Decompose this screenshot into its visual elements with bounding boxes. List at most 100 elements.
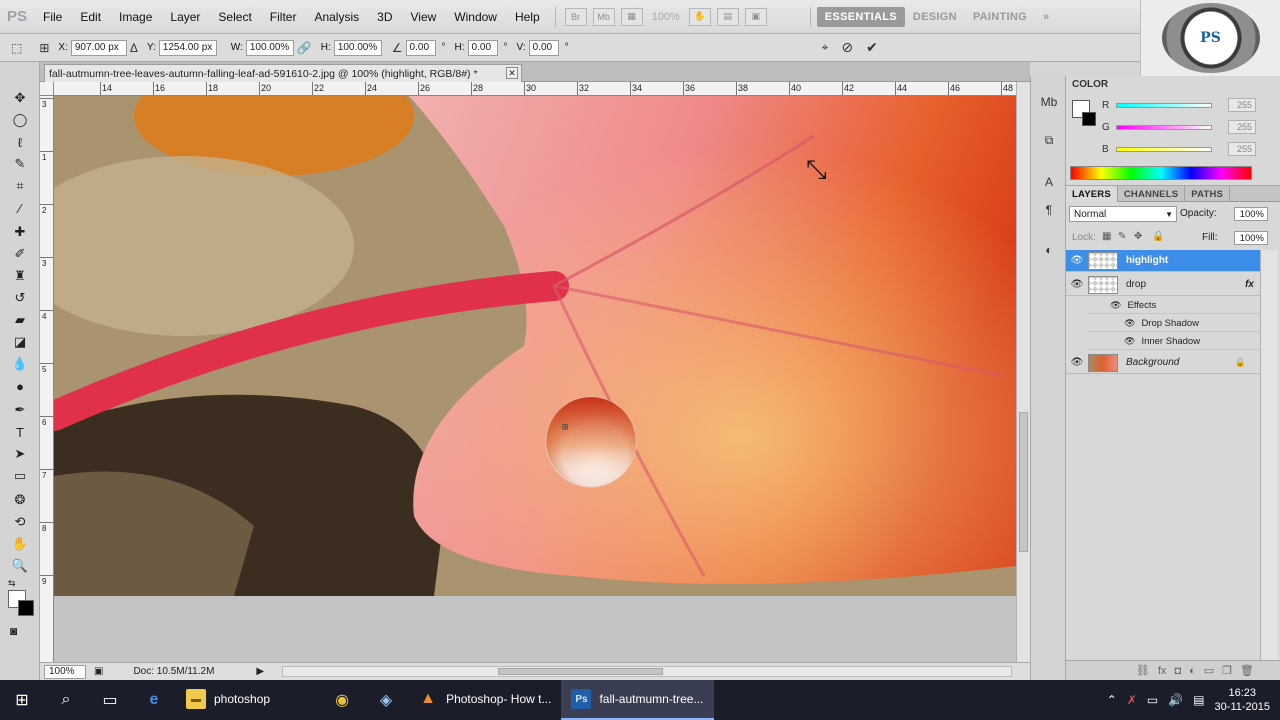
mini-bridge-icon[interactable]: Mb xyxy=(592,7,615,26)
vskew-field[interactable]: 0.00 xyxy=(528,39,559,56)
layer-row-highlight[interactable]: 👁 highlight xyxy=(1066,250,1260,272)
add-mask-icon[interactable]: ◘ xyxy=(1174,665,1181,677)
status-menu-icon[interactable]: ▣ xyxy=(94,666,103,677)
green-slider[interactable]: G 255 xyxy=(1102,120,1278,134)
swap-colors-icon[interactable]: ⇆ xyxy=(8,578,16,589)
move-tool-icon[interactable]: ✥ xyxy=(8,88,32,108)
mini-bridge-panel-icon[interactable]: Mb xyxy=(1039,92,1059,112)
background-swatch[interactable] xyxy=(1082,112,1096,126)
horizontal-ruler[interactable]: 14 16 18 20 22 24 26 28 30 32 34 36 38 40 42 44 46 48 xyxy=(54,82,1016,96)
3d-orbit-tool-icon[interactable]: ⟲ xyxy=(8,512,32,532)
vertical-ruler[interactable]: 3 1 2 3 4 5 6 7 8 9 xyxy=(40,96,54,662)
volume-icon[interactable]: 🔊 xyxy=(1168,693,1183,707)
warp-icon[interactable]: ⌖ xyxy=(822,40,829,55)
blue-slider[interactable]: B 255 xyxy=(1102,142,1278,156)
workspace-essentials[interactable]: ESSENTIALS xyxy=(816,6,905,27)
bridge-icon[interactable]: Br xyxy=(564,7,587,26)
network-warning-icon[interactable]: ✗ xyxy=(1127,693,1137,707)
brush-presets-panel-icon[interactable]: ◐ xyxy=(1039,240,1059,260)
lock-transparency-icon[interactable]: ▦ xyxy=(1102,231,1111,242)
blue-value-field[interactable]: 255 xyxy=(1228,142,1256,156)
quick-select-tool-icon[interactable]: ✎ xyxy=(8,154,32,174)
3d-rotate-tool-icon[interactable]: ❂ xyxy=(8,490,32,510)
menu-select[interactable]: Select xyxy=(209,10,260,24)
visibility-eye-icon[interactable]: 👁 xyxy=(1124,318,1135,329)
layer-row-background[interactable]: 👁 Background 🔒 xyxy=(1066,352,1260,374)
menu-filter[interactable]: Filter xyxy=(261,10,306,24)
view-extras-icon[interactable]: ▦ xyxy=(620,7,643,26)
horizontal-scroll-thumb[interactable] xyxy=(498,668,663,675)
gradient-tool-icon[interactable]: ◪ xyxy=(8,332,32,352)
hand-icon[interactable]: ✋ xyxy=(688,7,711,26)
layer-effects-icon[interactable]: fx xyxy=(1245,279,1254,290)
blue-slider-bar[interactable] xyxy=(1116,146,1212,152)
reference-point-icon[interactable]: ⊞ xyxy=(39,41,49,55)
effect-drop-shadow[interactable]: 👁 Drop Shadow xyxy=(1088,315,1260,332)
adjustment-layer-icon[interactable]: ◐ xyxy=(1189,665,1196,677)
color-spectrum[interactable] xyxy=(1070,166,1252,180)
visibility-eye-icon[interactable]: 👁 xyxy=(1066,279,1088,290)
workspace-design[interactable]: DESIGN xyxy=(905,7,965,27)
delete-layer-icon[interactable]: 🗑 xyxy=(1240,664,1254,677)
visibility-eye-icon[interactable]: 👁 xyxy=(1110,300,1121,311)
pen-tool-icon[interactable]: ✒ xyxy=(8,400,32,420)
blur-tool-icon[interactable]: 💧 xyxy=(8,354,32,374)
lock-position-icon[interactable]: ✥ xyxy=(1134,231,1142,242)
y-position-field[interactable]: 1254.00 px xyxy=(158,39,217,56)
battery-icon[interactable]: ▭ xyxy=(1147,693,1158,707)
lasso-tool-icon[interactable]: ℓ xyxy=(8,132,32,152)
arrange-documents-icon[interactable]: ▤ xyxy=(716,7,739,26)
crop-tool-icon[interactable]: ⌗ xyxy=(8,176,32,196)
menu-edit[interactable]: Edit xyxy=(71,10,110,24)
task-view-icon[interactable]: ▭ xyxy=(88,680,132,720)
red-slider-bar[interactable] xyxy=(1116,102,1212,108)
document-image[interactable]: ⊞ ⤡ xyxy=(54,96,1016,596)
chevron-up-icon[interactable]: ⌃ xyxy=(1107,693,1117,707)
layers-scrollbar[interactable] xyxy=(1260,250,1278,660)
tab-paths[interactable]: PATHS xyxy=(1185,186,1231,202)
ruler-origin[interactable] xyxy=(40,82,54,96)
tab-layers[interactable]: LAYERS xyxy=(1066,186,1118,202)
shape-tool-icon[interactable]: ▭ xyxy=(8,466,32,486)
quick-mask-icon[interactable]: ◙ xyxy=(10,624,17,638)
clock[interactable]: 16:23 30-11-2015 xyxy=(1215,686,1270,714)
green-slider-bar[interactable] xyxy=(1116,124,1212,130)
layer-row-drop[interactable]: 👁 drop fx xyxy=(1066,274,1260,296)
path-select-tool-icon[interactable]: ➤ xyxy=(8,444,32,464)
rotate-field[interactable]: 0.00 xyxy=(405,39,436,56)
vertical-scroll-thumb[interactable] xyxy=(1019,412,1028,552)
edge-browser-icon[interactable]: e xyxy=(132,680,176,720)
history-panel-icon[interactable]: ⧉ xyxy=(1039,130,1059,150)
workspace-painting[interactable]: PAINTING xyxy=(965,7,1035,27)
menu-window[interactable]: Window xyxy=(445,10,506,24)
marquee-tool-icon[interactable]: ◯ xyxy=(8,110,32,130)
stamp-tool-icon[interactable]: ♜ xyxy=(8,266,32,286)
fill-field[interactable]: 100% xyxy=(1234,231,1268,245)
x-position-field[interactable]: 907.00 px xyxy=(70,39,127,56)
commit-transform-icon[interactable]: ✔ xyxy=(866,39,878,56)
link-icon[interactable]: 🔗 xyxy=(297,41,312,55)
eraser-tool-icon[interactable]: ▰ xyxy=(8,310,32,330)
green-value-field[interactable]: 255 xyxy=(1228,120,1256,134)
background-color-swatch[interactable] xyxy=(18,600,34,616)
chrome-icon[interactable]: ◉ xyxy=(320,680,364,720)
brush-tool-icon[interactable]: ✐ xyxy=(8,244,32,264)
close-icon[interactable]: ✕ xyxy=(506,67,518,79)
notifications-icon[interactable]: ▤ xyxy=(1193,693,1204,707)
height-field[interactable]: 100.00% xyxy=(333,39,382,56)
taskbar-app-photoshop[interactable]: Ps fall-autmumn-tree... xyxy=(561,680,714,720)
zoom-tool-icon[interactable]: 🔍 xyxy=(8,556,32,576)
menu-file[interactable]: File xyxy=(34,10,71,24)
more-workspaces-icon[interactable]: » xyxy=(1035,7,1057,27)
document-tab[interactable]: fall-autmumn-tree-leaves-autumn-falling-… xyxy=(44,64,522,82)
menu-view[interactable]: View xyxy=(401,10,445,24)
new-group-icon[interactable]: ▭ xyxy=(1204,664,1214,677)
visibility-eye-icon[interactable]: 👁 xyxy=(1124,336,1135,347)
history-brush-tool-icon[interactable]: ↺ xyxy=(8,288,32,308)
start-windows-icon[interactable]: ⊞ xyxy=(0,680,44,720)
horizontal-scrollbar[interactable] xyxy=(282,666,1012,677)
vertical-scrollbar[interactable] xyxy=(1016,82,1030,662)
healing-tool-icon[interactable]: ✚ xyxy=(8,222,32,242)
blend-mode-select[interactable]: Normal ▼ xyxy=(1069,206,1177,222)
hskew-field[interactable]: 0.00 xyxy=(467,39,498,56)
